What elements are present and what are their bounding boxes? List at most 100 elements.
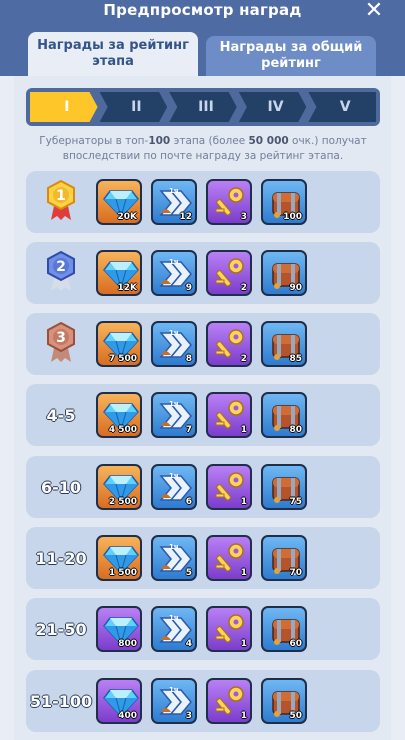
reward-quantity: 20K	[117, 212, 138, 222]
stage-tab-2[interactable]: II	[99, 92, 168, 122]
reward-row: 4-5 4 500 1ч 7 1 80	[26, 384, 380, 446]
reward-item[interactable]: 7 500	[96, 321, 142, 367]
reward-quantity: 1	[240, 711, 247, 721]
stage-tab-1[interactable]: I	[30, 92, 98, 122]
rank-label: 51-100	[29, 691, 93, 711]
reward-item[interactable]: 1ч 3	[151, 678, 197, 724]
rank-cell: 2	[26, 242, 96, 304]
svg-text:2: 2	[56, 259, 66, 275]
reward-items: 2 500 1ч 6 1 75	[96, 464, 307, 510]
reward-quantity: 80	[289, 425, 302, 435]
reward-item[interactable]: 85	[261, 321, 307, 367]
reward-quantity: 12	[179, 212, 192, 222]
stage-tab-4[interactable]: IV	[238, 92, 307, 122]
reward-items: 4 500 1ч 7 1 80	[96, 392, 307, 438]
reward-item[interactable]: 3	[206, 179, 252, 225]
tab-bar: Награды за рейтинг этапа Награды за общи…	[0, 24, 405, 76]
reward-item[interactable]: 1ч 6	[151, 464, 197, 510]
tab-stage-rating[interactable]: Награды за рейтинг этапа	[28, 32, 198, 76]
reward-items: 7 500 1ч 8 2 85	[96, 321, 307, 367]
stage-tab-3[interactable]: III	[169, 92, 237, 122]
reward-item[interactable]: 1ч 8	[151, 321, 197, 367]
reward-item[interactable]: 1	[206, 464, 252, 510]
description-text: Губернаторы в топ-100 этапа (более 50 00…	[26, 134, 380, 164]
reward-row: 2 12K 1ч 9 2 90	[26, 242, 380, 304]
reward-quantity: 7	[185, 425, 192, 435]
reward-item[interactable]: 1ч 12	[151, 179, 197, 225]
svg-text:1ч: 1ч	[169, 329, 179, 337]
reward-quantity: 400	[118, 711, 137, 721]
rank-label: 21-50	[35, 619, 87, 639]
reward-item[interactable]: 400	[96, 678, 142, 724]
rank-cell: 6-10	[26, 456, 96, 518]
reward-item[interactable]: 1	[206, 392, 252, 438]
reward-row: 6-10 2 500 1ч 6 1 75	[26, 456, 380, 518]
rank-cell: 11-20	[26, 527, 96, 589]
reward-row: 11-20 1 500 1ч 5 1 70	[26, 527, 380, 589]
reward-item[interactable]: 1ч 4	[151, 606, 197, 652]
reward-item[interactable]: 60	[261, 606, 307, 652]
tab-overall-rating[interactable]: Награды за общий рейтинг	[206, 36, 376, 76]
reward-items: 400 1ч 3 1 50	[96, 678, 307, 724]
svg-text:1ч: 1ч	[169, 472, 179, 480]
reward-quantity: 2	[240, 283, 247, 293]
reward-quantity: 7 500	[108, 354, 137, 364]
reward-item[interactable]: 2	[206, 321, 252, 367]
reward-row: 1 20K 1ч 12 3 100	[26, 171, 380, 233]
reward-quantity: 4 500	[108, 425, 137, 435]
rank-label: 4-5	[46, 405, 76, 425]
reward-quantity: 800	[118, 639, 137, 649]
reward-quantity: 6	[185, 497, 192, 507]
reward-quantity: 2 500	[108, 497, 137, 507]
reward-item[interactable]: 1ч 9	[151, 250, 197, 296]
bronze-medal-3-icon: 3	[43, 320, 79, 368]
reward-quantity: 2	[240, 354, 247, 364]
reward-item[interactable]: 70	[261, 535, 307, 581]
reward-item[interactable]: 4 500	[96, 392, 142, 438]
desc-bold: 100	[148, 135, 171, 147]
reward-row: 51-100 400 1ч 3 1 50	[26, 670, 380, 732]
desc-bold: 50 000	[248, 135, 289, 147]
reward-item[interactable]: 1	[206, 678, 252, 724]
svg-text:3: 3	[56, 330, 66, 346]
stage-label: IV	[267, 99, 284, 115]
reward-item[interactable]: 1ч 5	[151, 535, 197, 581]
reward-quantity: 50	[289, 711, 302, 721]
reward-row: 21-50 800 1ч 4 1 60	[26, 598, 380, 660]
reward-items: 800 1ч 4 1 60	[96, 606, 307, 652]
reward-item[interactable]: 90	[261, 250, 307, 296]
reward-item[interactable]: 100	[261, 179, 307, 225]
reward-items: 20K 1ч 12 3 100	[96, 179, 307, 225]
reward-item[interactable]: 20K	[96, 179, 142, 225]
reward-quantity: 100	[283, 212, 302, 222]
close-icon[interactable]: ✕	[363, 0, 385, 22]
reward-items: 1 500 1ч 5 1 70	[96, 535, 307, 581]
reward-quantity: 1	[240, 497, 247, 507]
reward-item[interactable]: 1	[206, 535, 252, 581]
stage-label: I	[64, 99, 70, 115]
reward-item[interactable]: 1 500	[96, 535, 142, 581]
reward-item[interactable]: 75	[261, 464, 307, 510]
reward-quantity: 8	[185, 354, 192, 364]
reward-item[interactable]: 1ч 7	[151, 392, 197, 438]
reward-quantity: 90	[289, 283, 302, 293]
rank-cell: 3	[26, 313, 96, 375]
rank-cell: 21-50	[26, 598, 96, 660]
reward-item[interactable]: 2	[206, 250, 252, 296]
reward-item[interactable]: 800	[96, 606, 142, 652]
reward-quantity: 85	[289, 354, 302, 364]
reward-item[interactable]: 50	[261, 678, 307, 724]
reward-item[interactable]: 12K	[96, 250, 142, 296]
reward-item[interactable]: 1	[206, 606, 252, 652]
stage-tab-5[interactable]: V	[308, 92, 376, 122]
reward-quantity: 1	[240, 639, 247, 649]
rank-label: 11-20	[35, 548, 87, 568]
reward-items: 12K 1ч 9 2 90	[96, 250, 307, 296]
reward-quantity: 4	[185, 639, 192, 649]
svg-text:1ч: 1ч	[169, 258, 179, 266]
reward-item[interactable]: 2 500	[96, 464, 142, 510]
reward-quantity: 9	[185, 283, 192, 293]
reward-quantity: 75	[289, 497, 302, 507]
reward-quantity: 60	[289, 639, 302, 649]
reward-item[interactable]: 80	[261, 392, 307, 438]
